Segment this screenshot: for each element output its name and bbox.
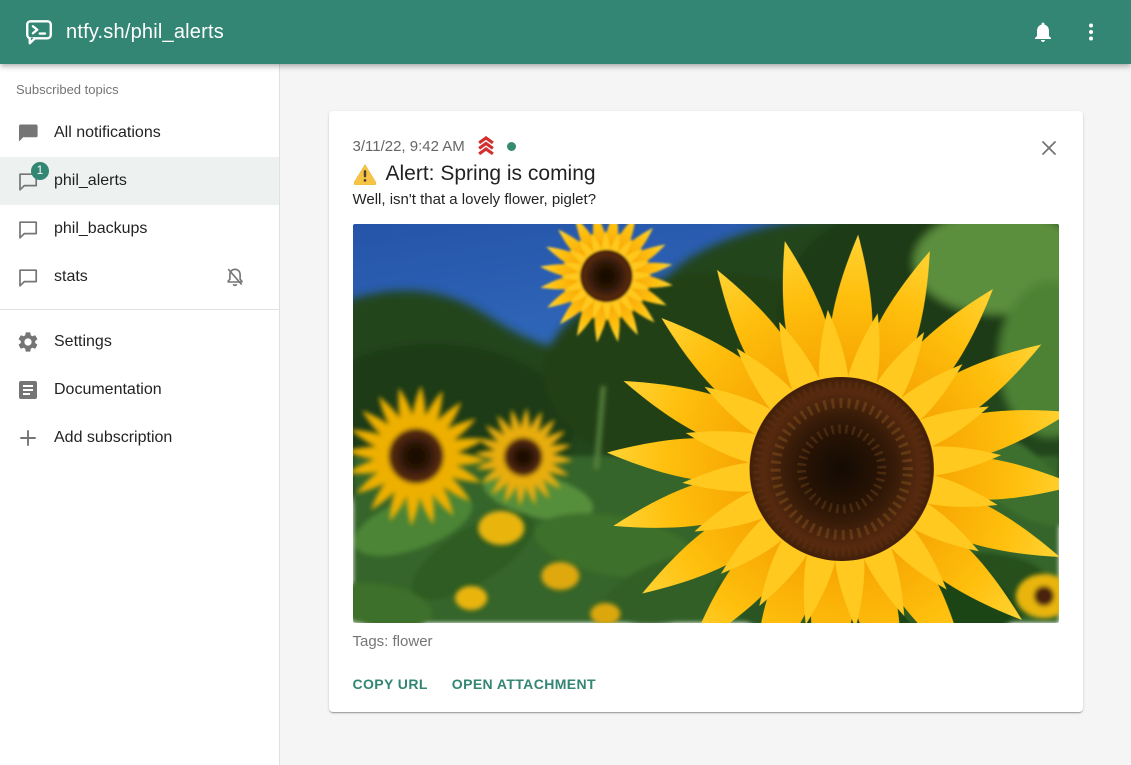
overflow-menu-button[interactable] — [1067, 8, 1115, 56]
unread-count-badge: 1 — [31, 162, 49, 180]
content-area: 3/11/22, 9:42 AM Alert: Spring is coming — [280, 64, 1131, 765]
notification-card: 3/11/22, 9:42 AM Alert: Spring is coming — [329, 111, 1083, 712]
app-bar: ntfy.sh/phil_alerts — [0, 0, 1131, 64]
notification-meta: 3/11/22, 9:42 AM — [353, 131, 1059, 157]
notification-timestamp: 3/11/22, 9:42 AM — [353, 138, 465, 155]
chat-bubble-outline-icon: 1 — [16, 169, 40, 193]
sidebar-item-add-subscription[interactable]: Add subscription — [0, 414, 279, 462]
notification-title: Alert: Spring is coming — [386, 162, 596, 186]
three-dots-icon — [1079, 20, 1103, 44]
sidebar-item-label: phil_backups — [54, 220, 263, 238]
subscribed-topics-label: Subscribed topics — [0, 72, 279, 109]
sidebar-item-label: Add subscription — [54, 429, 263, 447]
warning-icon — [353, 163, 377, 185]
sidebar-item-label: stats — [54, 268, 209, 286]
sidebar-item-phil-backups[interactable]: phil_backups — [0, 205, 279, 253]
sidebar-item-phil-alerts[interactable]: 1 phil_alerts — [0, 157, 279, 205]
sidebar-item-stats[interactable]: stats — [0, 253, 279, 301]
chat-bubble-filled-icon — [16, 121, 40, 145]
sidebar-item-all-notifications[interactable]: All notifications — [0, 109, 279, 157]
chat-bubble-outline-icon — [16, 265, 40, 289]
sidebar-item-documentation[interactable]: Documentation — [0, 366, 279, 414]
page-title: ntfy.sh/phil_alerts — [66, 21, 1019, 44]
sidebar-item-label: All notifications — [54, 124, 263, 142]
attachment-image[interactable] — [353, 224, 1059, 623]
notification-actions: COPY URL OPEN ATTACHMENT — [345, 668, 1059, 700]
sidebar-item-settings[interactable]: Settings — [0, 318, 279, 366]
close-notification-button[interactable] — [1035, 135, 1063, 163]
open-attachment-button[interactable]: OPEN ATTACHMENT — [444, 668, 604, 700]
copy-url-button[interactable]: COPY URL — [345, 668, 436, 700]
notification-message: Well, isn't that a lovely flower, piglet… — [353, 191, 1059, 208]
plus-icon — [16, 426, 40, 450]
notification-title-row: Alert: Spring is coming — [353, 162, 1059, 186]
sidebar-item-label: Documentation — [54, 381, 263, 399]
ntfy-logo-icon — [24, 17, 54, 47]
sidebar-item-label: phil_alerts — [54, 172, 263, 190]
sidebar-item-label: Settings — [54, 333, 263, 351]
notifications-button[interactable] — [1019, 8, 1067, 56]
sidebar: Subscribed topics All notifications 1 ph… — [0, 64, 280, 765]
unread-dot-icon — [507, 142, 516, 151]
sidebar-divider — [0, 309, 279, 310]
gear-icon — [16, 330, 40, 354]
chat-bubble-outline-icon — [16, 217, 40, 241]
notification-tags: Tags: flower — [353, 633, 1059, 650]
close-icon — [1037, 136, 1061, 160]
article-icon — [16, 378, 40, 402]
bell-off-icon — [223, 265, 247, 289]
priority-max-icon — [475, 135, 497, 157]
bell-icon — [1031, 20, 1055, 44]
